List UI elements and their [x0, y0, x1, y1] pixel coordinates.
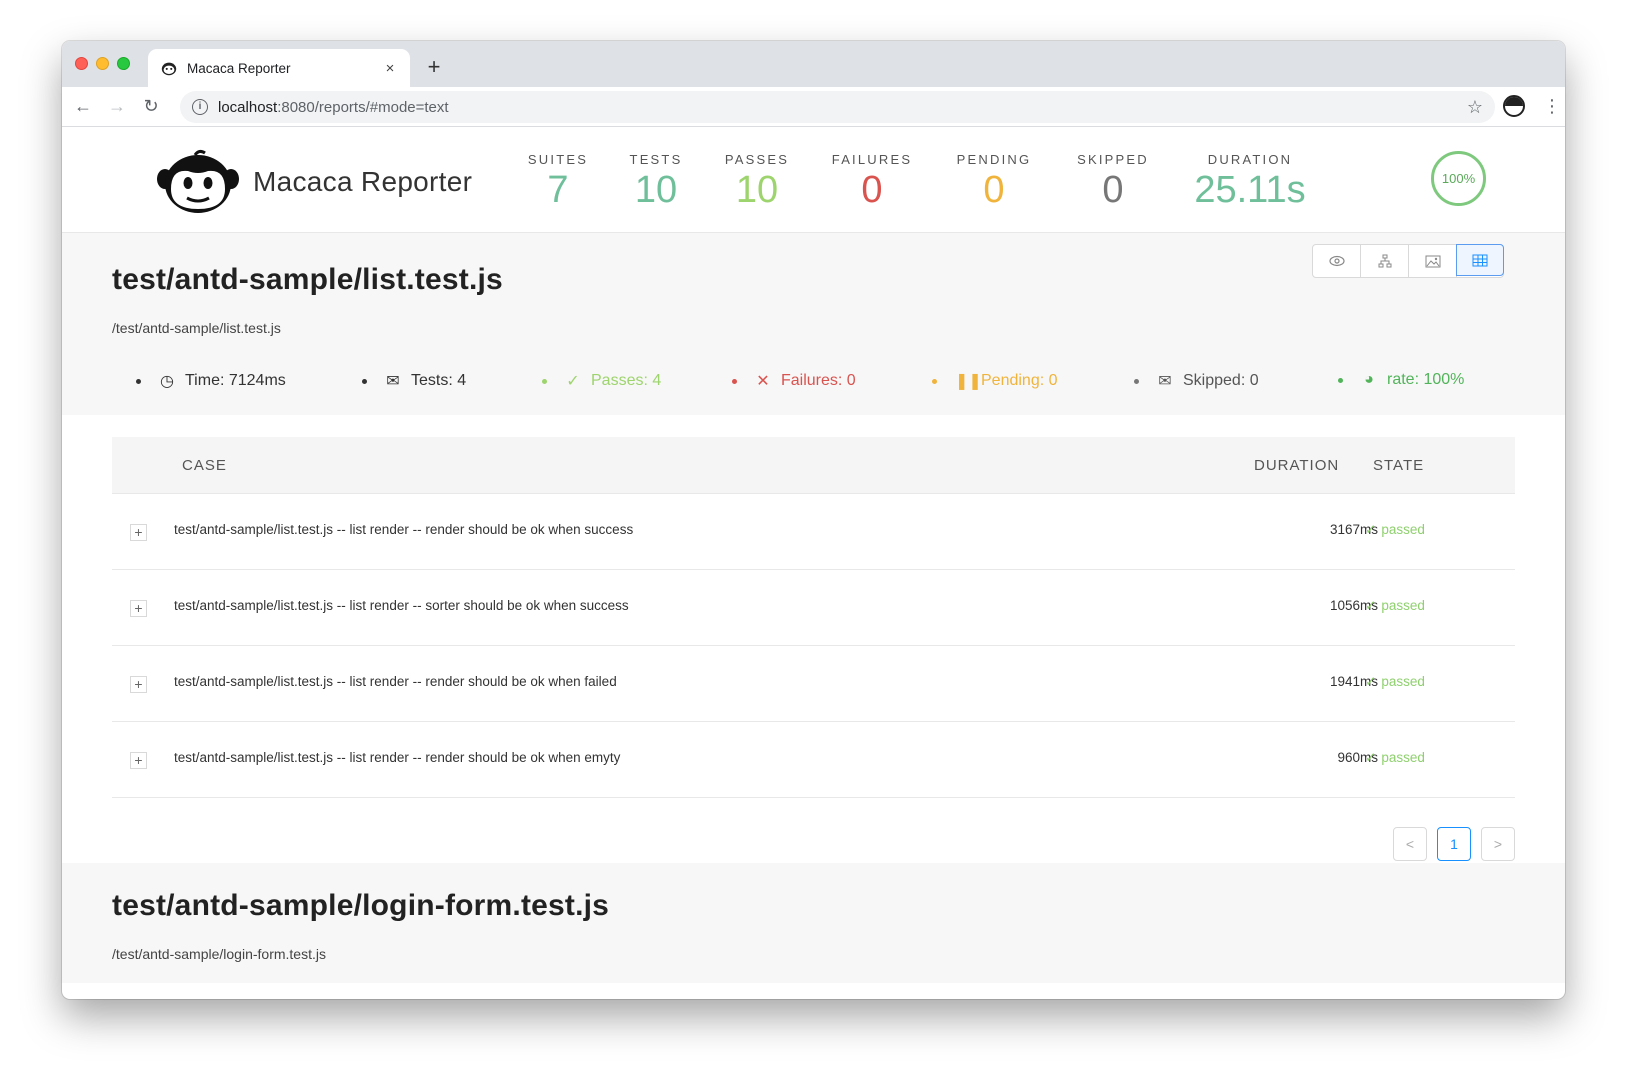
- inbox-icon: ✉: [386, 373, 400, 390]
- eye-view-icon[interactable]: [1313, 245, 1361, 277]
- pause-icon: ❚❚: [955, 373, 982, 390]
- browser-tab[interactable]: Macaca Reporter ×: [148, 49, 410, 87]
- close-window-button[interactable]: [75, 57, 88, 70]
- suite-title: test/antd-sample/login-form.test.js: [112, 889, 610, 922]
- image-view-icon[interactable]: [1409, 245, 1457, 277]
- case-name: test/antd-sample/list.test.js -- list re…: [174, 674, 617, 689]
- check-icon: ✓: [1365, 598, 1377, 613]
- address-bar[interactable]: i localhost :8080/reports/#mode=text ☆: [180, 91, 1495, 123]
- metric-passes: ✓ Passes: 4: [542, 371, 661, 391]
- report-header: Macaca Reporter SUITES 7 TESTS 10 PASSES 10 FA…: [62, 127, 1565, 233]
- window-controls: [75, 57, 130, 70]
- case-name: test/antd-sample/list.test.js -- list re…: [174, 598, 629, 613]
- stat-value: 25.11s: [1194, 169, 1306, 211]
- suite-section: test/antd-sample/login-form.test.js /tes…: [62, 863, 1565, 983]
- stat-value: 10: [735, 169, 779, 211]
- stat-value: 0: [861, 169, 883, 211]
- check-icon: ✓: [1365, 522, 1377, 537]
- browser-window: Macaca Reporter × + ← → ↻ i localhost :8…: [62, 41, 1565, 999]
- expand-row-button[interactable]: +: [130, 676, 147, 693]
- inbox-icon: ✉: [1158, 373, 1172, 390]
- clock-icon: ◷: [160, 373, 174, 390]
- stat-label: FAILURES: [831, 152, 913, 167]
- col-duration: DURATION: [1254, 456, 1340, 474]
- tab-title: Macaca Reporter: [187, 60, 291, 76]
- monkey-favicon-icon: [161, 62, 177, 76]
- back-arrow-icon[interactable]: ←: [66, 96, 100, 117]
- metric-time: ◷ Time: 7124ms: [136, 371, 286, 391]
- check-icon: ✓: [1365, 750, 1377, 765]
- table-row: + test/antd-sample/list.test.js -- list …: [112, 646, 1515, 722]
- col-state: STATE: [1373, 456, 1425, 474]
- url-host: localhost: [218, 98, 278, 116]
- check-icon: ✓: [566, 373, 580, 390]
- check-icon: ✓: [1365, 674, 1377, 689]
- tab-strip: Macaca Reporter × +: [62, 41, 1565, 87]
- reload-icon[interactable]: ↻: [134, 96, 168, 117]
- table-row: + test/antd-sample/list.test.js -- list …: [112, 570, 1515, 646]
- stat-label: PENDING: [956, 152, 1032, 167]
- expand-row-button[interactable]: +: [130, 524, 147, 541]
- new-tab-button[interactable]: +: [423, 54, 445, 80]
- stat-passes: PASSES 10: [697, 152, 817, 213]
- suite-path: /test/antd-sample/login-form.test.js: [112, 946, 326, 962]
- suite-path: /test/antd-sample/list.test.js: [112, 320, 281, 336]
- case-state: ✓ passed: [1365, 598, 1425, 613]
- cases-table: CASE DURATION STATE + test/antd-sample/l…: [62, 415, 1565, 863]
- expand-row-button[interactable]: +: [130, 600, 147, 617]
- suite-title: test/antd-sample/list.test.js: [112, 263, 503, 296]
- forward-arrow-icon[interactable]: →: [100, 96, 134, 117]
- page-1-button[interactable]: 1: [1437, 827, 1471, 861]
- pagination: < 1 >: [1393, 827, 1515, 861]
- suite-section: test/antd-sample/list.test.js /test/antd…: [62, 233, 1565, 863]
- table-header: CASE DURATION STATE: [112, 437, 1515, 494]
- case-state: ✓ passed: [1365, 750, 1425, 765]
- table-row: + test/antd-sample/list.test.js -- list …: [112, 494, 1515, 570]
- metric-tests: ✉ Tests: 4: [362, 371, 466, 391]
- prev-page-button[interactable]: <: [1393, 827, 1427, 861]
- brand-name: Macaca Reporter: [253, 166, 473, 197]
- bookmark-star-icon[interactable]: ☆: [1467, 97, 1483, 118]
- metric-skipped: ✉ Skipped: 0: [1134, 371, 1259, 391]
- view-mode-switcher: [1312, 244, 1504, 278]
- menu-kebab-icon[interactable]: ⋮: [1543, 97, 1561, 115]
- expand-row-button[interactable]: +: [130, 752, 147, 769]
- case-name: test/antd-sample/list.test.js -- list re…: [174, 750, 621, 765]
- stat-duration: DURATION 25.11s: [1190, 152, 1310, 213]
- table-view-icon[interactable]: [1456, 244, 1504, 276]
- suite-metrics: ◷ Time: 7124ms ✉ Tests: 4 ✓ Passes: 4 ✕ …: [62, 371, 1565, 395]
- cross-icon: ✕: [756, 373, 770, 390]
- close-tab-icon[interactable]: ×: [382, 60, 398, 77]
- profile-avatar-icon[interactable]: [1503, 95, 1525, 117]
- next-page-button[interactable]: >: [1481, 827, 1515, 861]
- stat-label: PASSES: [724, 152, 790, 167]
- stat-label: SKIPPED: [1077, 152, 1149, 167]
- metric-rate: ◕ rate: 100%: [1338, 371, 1464, 389]
- url-path: :8080/reports/#mode=text: [277, 98, 449, 116]
- stat-failures: FAILURES 0: [812, 152, 932, 213]
- metric-failures: ✕ Failures: 0: [732, 371, 856, 391]
- tree-view-icon[interactable]: [1361, 245, 1409, 277]
- macaca-logo-icon: [157, 149, 239, 213]
- metric-pending: ❚❚ Pending: 0: [932, 371, 1058, 391]
- table-row: + test/antd-sample/list.test.js -- list …: [112, 722, 1515, 798]
- case-state: ✓ passed: [1365, 674, 1425, 689]
- stat-skipped: SKIPPED 0: [1053, 152, 1173, 213]
- minimize-window-button[interactable]: [96, 57, 109, 70]
- stat-label: DURATION: [1207, 152, 1293, 167]
- col-case: CASE: [182, 456, 227, 474]
- stat-pending: PENDING 0: [934, 152, 1054, 213]
- pie-chart-icon: ◕: [1364, 371, 1374, 388]
- browser-toolbar: ← → ↻ i localhost :8080/reports/#mode=te…: [62, 87, 1565, 127]
- site-info-icon[interactable]: i: [192, 99, 208, 115]
- pass-rate-ring: 100%: [1431, 151, 1486, 206]
- report-page: Macaca Reporter SUITES 7 TESTS 10 PASSES 10 FA…: [62, 127, 1565, 999]
- stat-value: 0: [983, 169, 1005, 211]
- stat-value: 0: [1102, 169, 1124, 211]
- case-state: ✓ passed: [1365, 522, 1425, 537]
- maximize-window-button[interactable]: [117, 57, 130, 70]
- case-name: test/antd-sample/list.test.js -- list re…: [174, 522, 634, 537]
- brand: Macaca Reporter: [157, 149, 472, 215]
